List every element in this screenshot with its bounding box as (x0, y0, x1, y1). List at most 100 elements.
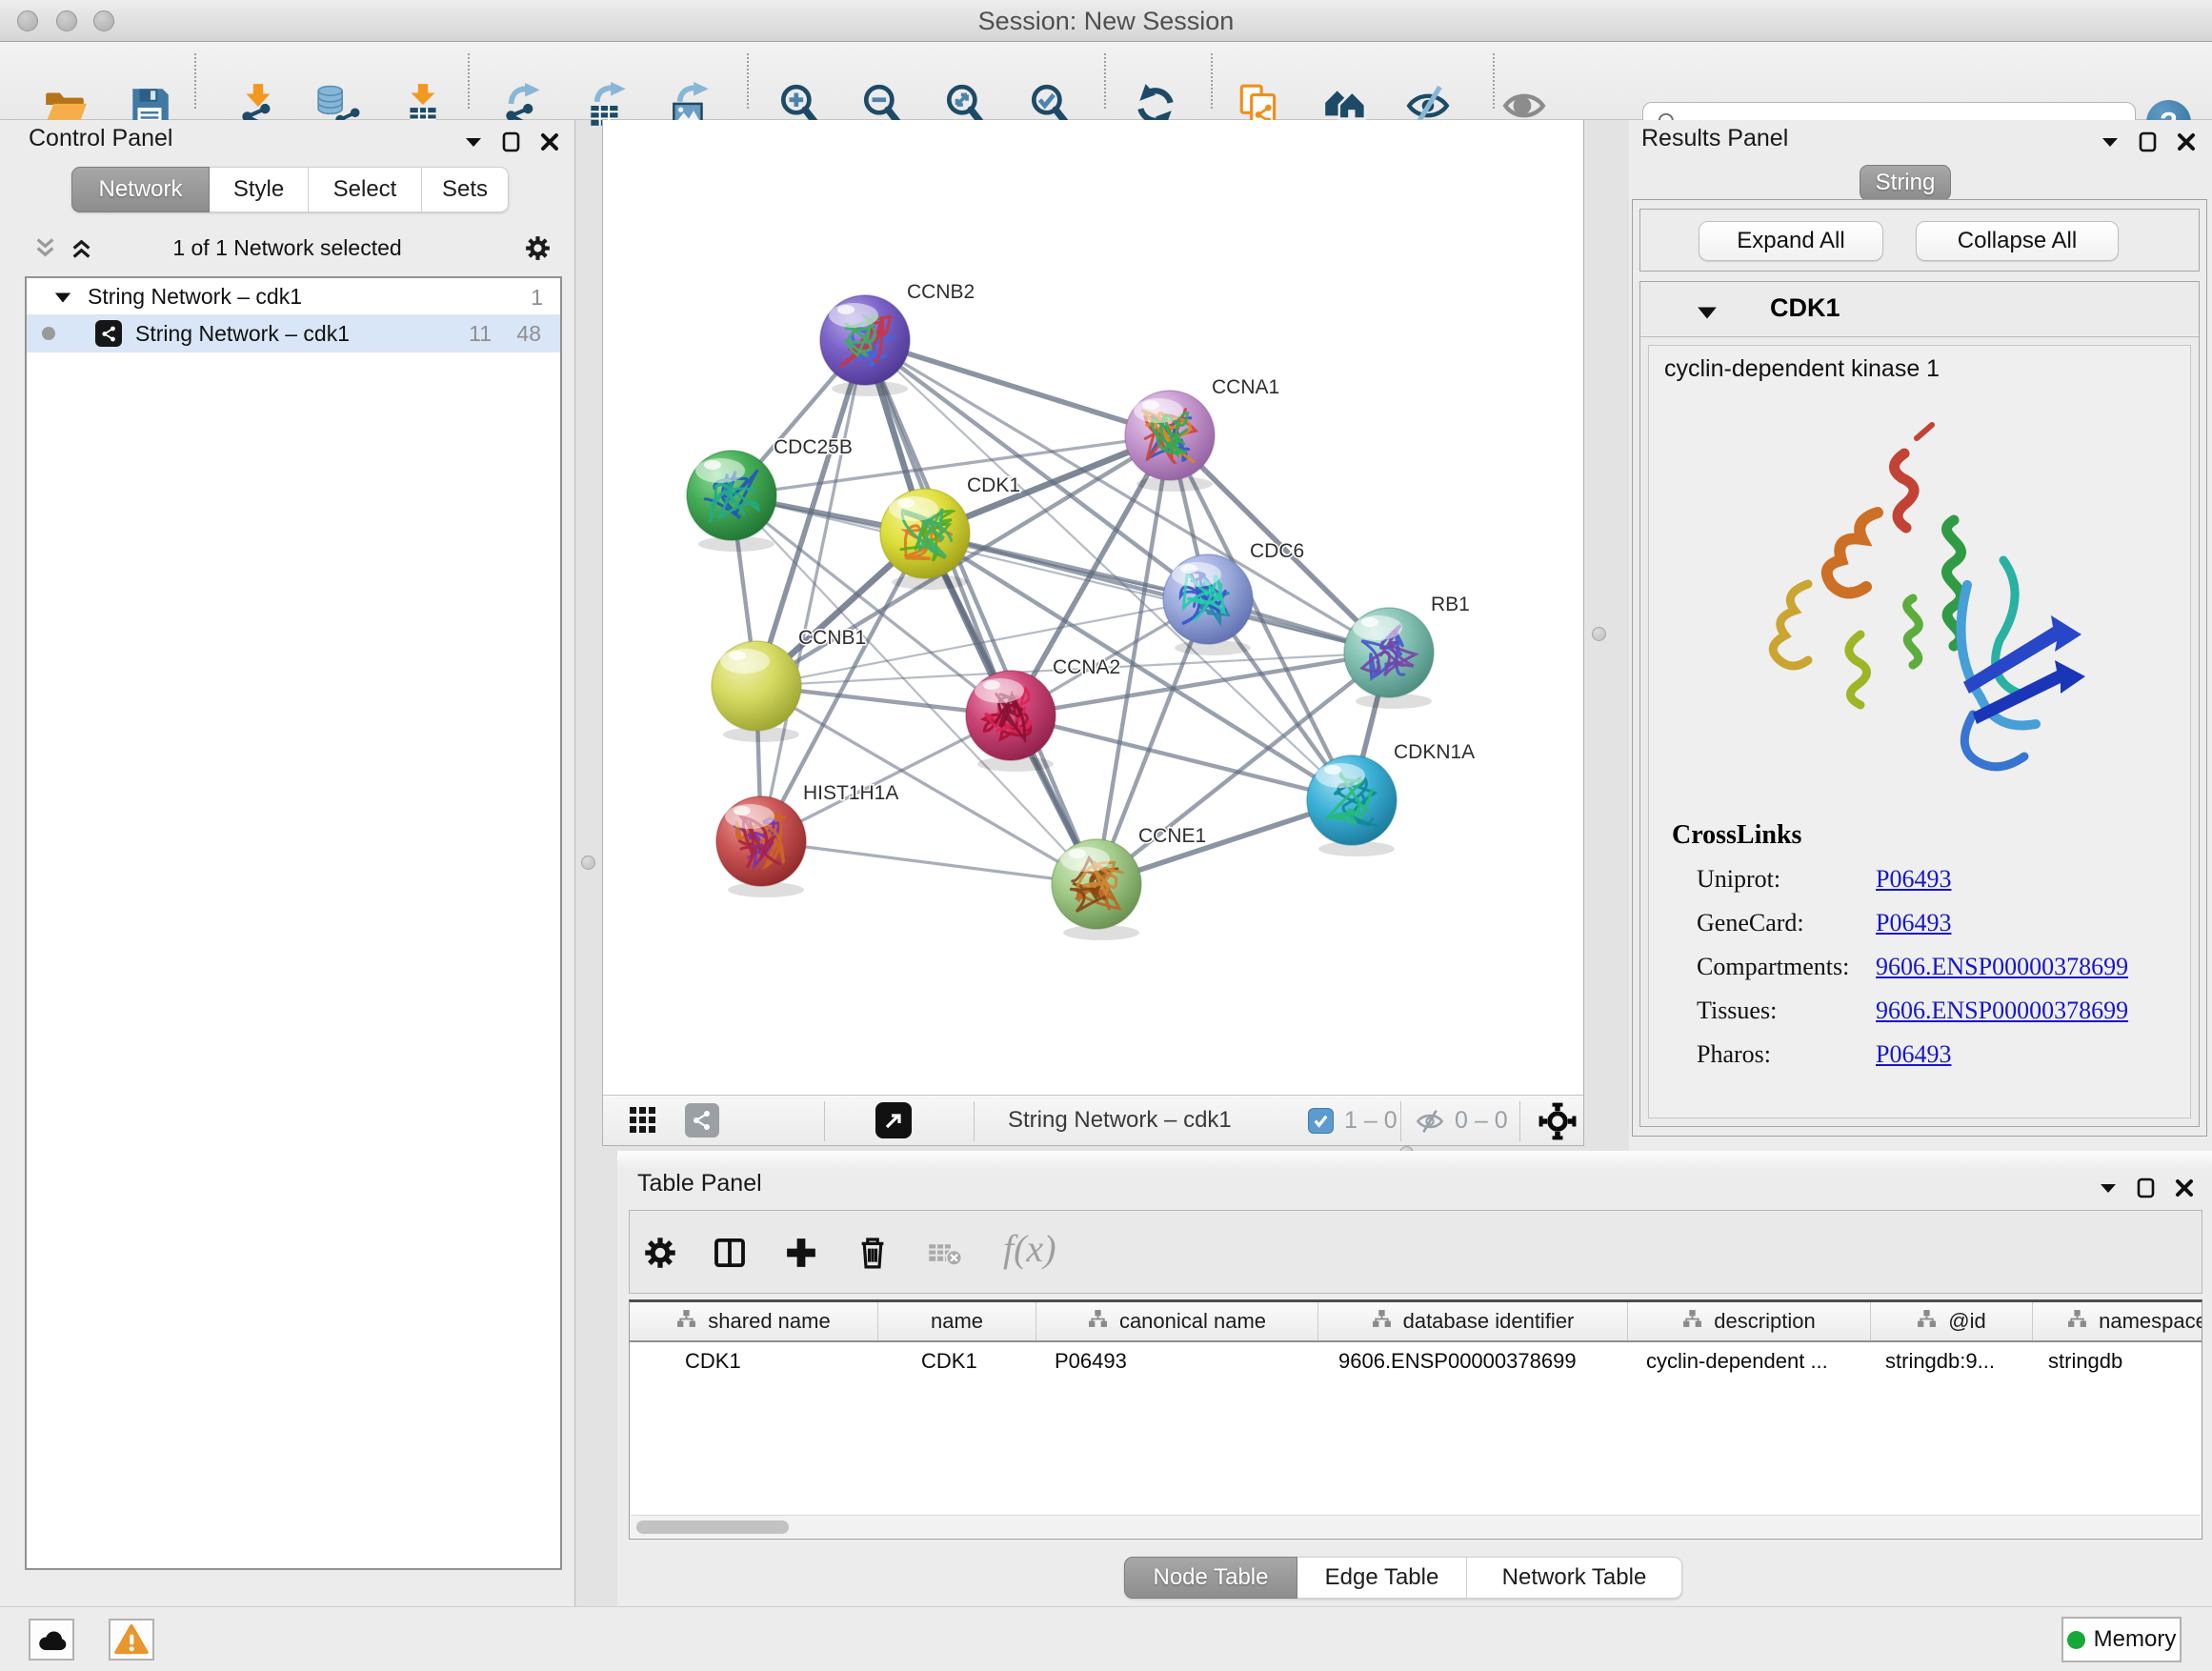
protein-description: cyclin-dependent kinase 1 (1664, 355, 1940, 383)
tree-column-icon (1682, 1309, 1702, 1335)
network-collection-row[interactable]: String Network – cdk1 1 (27, 278, 560, 314)
memory-button[interactable]: Memory (2061, 1617, 2182, 1662)
collapse-panel-button[interactable] (2096, 1176, 2121, 1200)
table-cell[interactable]: cyclin-dependent ... (1628, 1342, 1871, 1380)
function-builder-button-disabled[interactable]: f(x) (1003, 1226, 1056, 1271)
column-header-canonical-name[interactable]: canonical name (1036, 1302, 1318, 1340)
collapse-panel-button[interactable] (2098, 130, 2122, 154)
network-edge-CCNB2-HIST1H1A[interactable] (761, 340, 865, 841)
delete-table-button-disabled[interactable] (923, 1232, 965, 1274)
float-panel-button[interactable] (2136, 130, 2161, 154)
selected-items-checkbox[interactable] (1308, 1108, 1334, 1134)
selected-count: 1 – 0 (1344, 1096, 1398, 1145)
network-options-button[interactable] (522, 232, 553, 269)
table-type-tabs: Node TableEdge TableNetwork Table (1124, 1557, 1682, 1599)
network-row-selected[interactable]: String Network – cdk1 11 48 (27, 314, 560, 352)
table-cell[interactable]: stringdb (2033, 1342, 2202, 1380)
network-canvas[interactable]: CCNB2CCNA1CDC25BCDK1CDC6RB1CCNB1CCNA2CDK… (603, 120, 1583, 1095)
network-type-icon (95, 320, 122, 347)
table-cell[interactable]: 9606.ENSP00000378699 (1318, 1342, 1628, 1380)
collapse-all-button[interactable]: Collapse All (1916, 221, 2119, 261)
table-header-row: shared namenamecanonical namedatabase id… (630, 1302, 2202, 1342)
table-options-button[interactable] (639, 1232, 681, 1274)
left-splitter-handle[interactable] (581, 856, 595, 870)
crosslink-link[interactable]: P06493 (1876, 1040, 1951, 1069)
tab-node-table[interactable]: Node Table (1124, 1557, 1297, 1599)
tab-edge-table[interactable]: Edge Table (1297, 1557, 1467, 1599)
network-edge-HIST1H1A-CCNE1[interactable] (761, 841, 1096, 884)
protein-card-body: cyclin-dependent kinase 1 (1648, 345, 2191, 1118)
network-node-CCNB2[interactable]: CCNB2 (820, 281, 975, 396)
close-icon (2174, 1178, 2195, 1198)
tab-sets[interactable]: Sets (422, 167, 509, 212)
crosslinks-list: Uniprot:P06493GeneCard:P06493Compartment… (1649, 865, 2190, 1084)
tree-column-icon (1088, 1309, 1108, 1335)
node-label-CDC25B: CDC25B (774, 436, 853, 458)
horizontal-scrollbar[interactable] (631, 1515, 2201, 1538)
toolbar-separator (1211, 53, 1213, 109)
crosslink-link[interactable]: P06493 (1876, 865, 1951, 894)
network-list: String Network – cdk1 1 String Network –… (25, 276, 562, 1570)
create-column-button[interactable] (780, 1232, 822, 1274)
tab-network[interactable]: Network (71, 167, 210, 212)
collapse-panel-button[interactable] (461, 130, 486, 154)
float-panel-button[interactable] (499, 130, 524, 154)
close-panel-button[interactable] (537, 130, 562, 154)
warnings-button[interactable] (109, 1619, 154, 1661)
protein-card-header[interactable]: CDK1 (1640, 282, 2199, 337)
table-row[interactable]: CDK1CDK1P064939606.ENSP00000378699cyclin… (630, 1342, 2202, 1380)
network-node-RB1[interactable]: RB1 (1344, 594, 1470, 709)
tab-string[interactable]: String (1860, 165, 1951, 201)
column-header-description[interactable]: description (1628, 1302, 1871, 1340)
network-node-CDK1[interactable]: CDK1 (880, 474, 1020, 590)
share-style-button[interactable] (685, 1103, 719, 1137)
tab-select[interactable]: Select (309, 167, 422, 212)
tree-column-icon (676, 1309, 696, 1335)
window-title: Session: New Session (0, 0, 2212, 42)
column-header-database-identifier[interactable]: database identifier (1318, 1302, 1628, 1340)
column-header-name[interactable]: name (878, 1302, 1036, 1340)
hidden-items-indicator[interactable] (1414, 1106, 1446, 1141)
delete-column-button[interactable] (852, 1232, 894, 1274)
external-link-arrow-icon (882, 1109, 905, 1132)
expander-triangle-icon[interactable] (53, 288, 72, 307)
network-edge-count: 48 (516, 321, 541, 347)
column-header-namespace[interactable]: namespace (2033, 1302, 2202, 1340)
network-edge-CCNB2-CCNE1[interactable] (865, 340, 1096, 884)
right-splitter-handle[interactable] (1592, 627, 1606, 641)
crosslink-link[interactable]: 9606.ENSP00000378699 (1876, 953, 2128, 981)
float-panel-button[interactable] (2134, 1176, 2159, 1200)
cloud-status-button[interactable] (29, 1619, 74, 1661)
control-panel-tabs: NetworkStyleSelectSets (71, 167, 509, 212)
column-header--id[interactable]: @id (1871, 1302, 2033, 1340)
footer-separator (1519, 1101, 1520, 1141)
cloud-icon (35, 1626, 68, 1653)
network-edge-CCNB2-CCNA1[interactable] (865, 340, 1170, 435)
network-node-HIST1H1A[interactable]: HIST1H1A (716, 782, 898, 897)
close-panel-button[interactable] (2172, 1176, 2197, 1200)
table-cell[interactable]: stringdb:9... (1871, 1342, 2033, 1380)
column-header-shared-name[interactable]: shared name (630, 1302, 878, 1340)
column-label: description (1714, 1309, 1815, 1334)
network-node-CCNA1[interactable]: CCNA1 (1125, 376, 1279, 492)
network-edge-CDK1-RB1[interactable] (925, 534, 1389, 653)
expander-triangle-icon[interactable] (1696, 301, 1719, 324)
table-cell[interactable]: CDK1 (878, 1342, 1036, 1380)
tab-style[interactable]: Style (210, 167, 309, 212)
table-cell[interactable]: CDK1 (630, 1342, 878, 1380)
open-in-new-window-button[interactable] (875, 1102, 912, 1138)
crosslink-link[interactable]: P06493 (1876, 909, 1951, 937)
show-column-panel-button[interactable] (709, 1232, 751, 1274)
node-label-CCNA1: CCNA1 (1212, 376, 1279, 398)
tab-network-table[interactable]: Network Table (1467, 1557, 1682, 1599)
crosslink-row: GeneCard:P06493 (1649, 909, 2190, 953)
delete-table-icon (924, 1233, 964, 1273)
network-selection-status: 1 of 1 Network selected (0, 227, 574, 269)
close-panel-button[interactable] (2174, 130, 2199, 154)
crosslink-link[interactable]: 9606.ENSP00000378699 (1876, 997, 2128, 1025)
table-cell[interactable]: P06493 (1036, 1342, 1318, 1380)
birds-eye-view-button[interactable] (1537, 1100, 1579, 1147)
scrollbar-thumb[interactable] (636, 1520, 789, 1534)
grid-view-button[interactable] (629, 1106, 657, 1139)
expand-all-button[interactable]: Expand All (1699, 221, 1883, 261)
